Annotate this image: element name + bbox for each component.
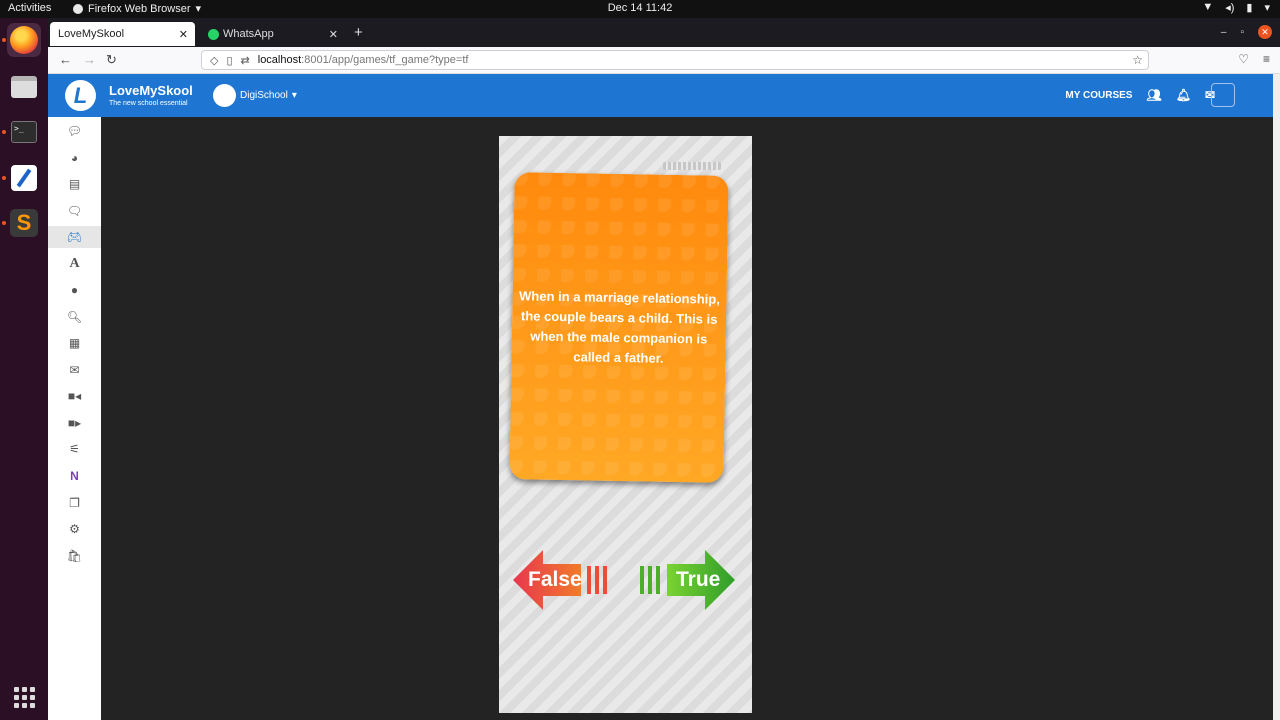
satellite-icon[interactable]: ⚟ [48, 438, 101, 460]
shield-icon: ◇ [210, 54, 219, 67]
tab-lovemyskool[interactable]: LoveMySkool ✕ [50, 22, 195, 46]
progress-dots [663, 162, 721, 170]
browser-tab-bar: LoveMySkool ✕ WhatsApp ✕ + – ▫ ✕ [48, 18, 1280, 47]
maximize-button[interactable]: ▫ [1240, 27, 1244, 38]
whatsapp-icon [208, 28, 219, 40]
header-actions: MY COURSES 👥︎ 🔔︎ ✉ [1065, 88, 1215, 102]
show-apps-button[interactable] [7, 680, 41, 714]
page-icon: ▯ [226, 54, 233, 67]
brand-tagline: The new school essential [109, 100, 188, 107]
chat-icon[interactable]: 💬︎ [48, 120, 101, 142]
chevron-down-icon: ▾ [1264, 2, 1270, 14]
wifi-icon: ▼ [1202, 1, 1214, 13]
app-logo[interactable]: L [65, 80, 96, 111]
terminal-dock-item[interactable]: >_ [7, 115, 41, 149]
bell-icon[interactable]: 🔔︎ [1176, 88, 1191, 102]
font-icon[interactable]: A [48, 253, 101, 275]
system-tray[interactable]: ▼ ◂) ▮ ▾ [1202, 1, 1270, 14]
url-bar[interactable]: ◇ ▯ ⇄ localhost:8001/app/games/tf_game?t… [201, 50, 1149, 70]
firefox-icon [10, 26, 38, 54]
page-scrollbar[interactable] [1273, 74, 1280, 720]
system-top-bar: Activities Firefox Web Browser ▾ Dec 14 … [0, 0, 1280, 18]
files-icon [11, 76, 37, 98]
true-label: True [676, 568, 721, 591]
question-card[interactable]: When in a marriage relationship, the cou… [509, 172, 729, 483]
url-path: :8001/app/games/tf_game?type=tf [301, 54, 469, 66]
menu-icon[interactable]: ≡ [1263, 52, 1270, 66]
text-editor-dock-item[interactable] [7, 161, 41, 195]
running-indicator [2, 38, 6, 42]
files-dock-item[interactable] [7, 70, 41, 104]
forum-icon[interactable]: 🗨︎ [48, 200, 101, 222]
app-grid-icon [13, 686, 35, 708]
minimize-button[interactable]: – [1221, 27, 1227, 38]
forward-button[interactable]: → [83, 52, 96, 67]
pocket-icon[interactable]: ♡ [1238, 52, 1249, 66]
bookmark-star-icon[interactable]: ☆ [1132, 53, 1143, 67]
text-editor-icon [11, 165, 37, 191]
terminal-icon: >_ [11, 121, 37, 143]
clock[interactable]: Dec 14 11:42 [0, 2, 1280, 14]
onenote-icon[interactable]: N [48, 465, 101, 487]
calendar-icon[interactable]: ▦ [48, 332, 101, 354]
true-button[interactable]: True [639, 550, 739, 610]
false-label: False [528, 568, 582, 591]
running-indicator [2, 221, 6, 225]
permissions-icon: ⇄ [240, 54, 250, 67]
tab-label: WhatsApp [223, 28, 274, 40]
tab-label: LoveMySkool [58, 28, 125, 40]
nav-toolbar-right: ♡ ≡ [1238, 52, 1270, 66]
school-selector[interactable]: DigiSchool ▾ [213, 84, 297, 107]
app-header: L LoveMySkool The new school essential D… [48, 74, 1273, 117]
new-tab-button[interactable]: + [354, 24, 363, 41]
settings-icon[interactable]: ⚙ [48, 518, 101, 540]
shop-icon[interactable]: 🛍︎ [48, 545, 101, 567]
sublime-dock-item[interactable]: S [7, 206, 41, 240]
library-icon[interactable]: ▤ [48, 173, 101, 195]
app-sidebar: 💬︎ ◕ ▤ 🗨︎ 🎮︎ A ● 🔍︎ ▦ ✉ ■◂ ■▸ ⚟ N ❐ ⚙ 🛍︎ [48, 117, 101, 720]
running-indicator [2, 130, 6, 134]
brand[interactable]: LoveMySkool The new school essential [109, 83, 193, 107]
school-name: DigiSchool [240, 90, 288, 101]
my-courses-link[interactable]: MY COURSES [1065, 90, 1132, 101]
running-indicator [2, 176, 6, 180]
window-close-button[interactable]: ✕ [1258, 25, 1272, 39]
battery-icon: ▮ [1246, 2, 1253, 14]
browser-nav-bar: ← → ↻ ◇ ▯ ⇄ localhost:8001/app/games/tf_… [48, 47, 1280, 74]
question-statement: When in a marriage relationship, the cou… [518, 287, 721, 366]
profile-icon[interactable]: ● [48, 279, 101, 301]
reload-button[interactable]: ↻ [106, 52, 117, 68]
video-icon[interactable]: ■▸ [48, 412, 101, 434]
url-host: localhost [257, 54, 302, 66]
volume-icon: ◂) [1225, 2, 1235, 14]
user-avatar[interactable] [1211, 83, 1235, 107]
search-icon[interactable]: 🔍︎ [48, 306, 101, 328]
close-icon[interactable]: ✕ [329, 28, 338, 41]
tab-whatsapp[interactable]: WhatsApp ✕ [200, 22, 345, 46]
close-icon[interactable]: ✕ [179, 28, 188, 41]
files-icon[interactable]: ❐ [48, 492, 101, 514]
school-avatar [213, 84, 236, 107]
games-icon[interactable]: 🎮︎ [48, 226, 101, 248]
dashboard-icon[interactable]: ◕ [48, 147, 101, 169]
video-call-icon[interactable]: ■◂ [48, 385, 101, 407]
true-false-game: When in a marriage relationship, the cou… [499, 136, 752, 713]
back-button[interactable]: ← [59, 52, 72, 67]
window-controls: – ▫ ✕ [1221, 25, 1272, 39]
brand-name: LoveMySkool [109, 83, 193, 98]
false-button[interactable]: False [513, 550, 613, 610]
dock: >_ S [0, 18, 48, 720]
firefox-dock-item[interactable] [7, 23, 41, 57]
chevron-down-icon: ▾ [291, 90, 297, 101]
people-icon[interactable]: 👥︎ [1146, 88, 1161, 102]
mail-icon[interactable]: ✉ [48, 359, 101, 381]
sublime-text-icon: S [10, 209, 38, 237]
